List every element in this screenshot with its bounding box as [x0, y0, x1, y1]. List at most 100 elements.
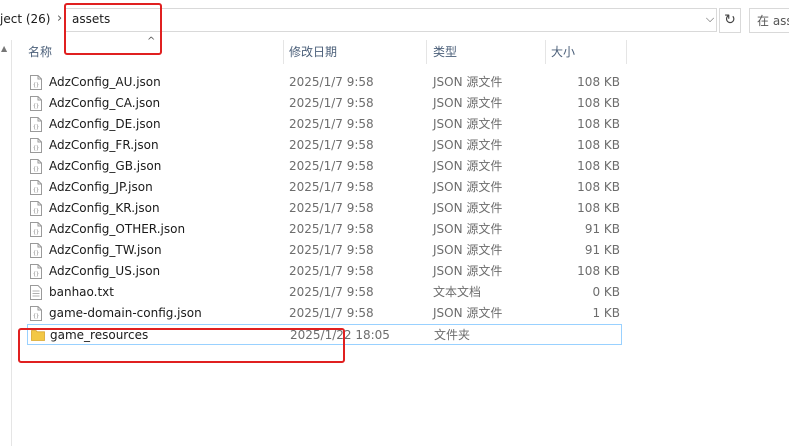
json-file-icon: {} — [30, 243, 43, 258]
file-size: 108 KB — [577, 75, 620, 89]
svg-text:{}: {} — [33, 125, 39, 131]
file-row[interactable]: banhao.txt 2025/1/7 9:58 文本文档 0 KB — [27, 282, 622, 303]
file-modified-date: 2025/1/7 9:58 — [289, 138, 374, 152]
file-type: JSON 源文件 — [433, 201, 503, 215]
file-type: JSON 源文件 — [433, 117, 503, 131]
file-type: JSON 源文件 — [433, 138, 503, 152]
file-type: 文本文档 — [433, 285, 482, 299]
column-divider[interactable] — [426, 40, 427, 64]
json-file-icon: {} — [30, 96, 43, 111]
refresh-button[interactable]: ↻ — [719, 8, 741, 33]
file-name: AdzConfig_US.json — [49, 264, 161, 278]
file-type: JSON 源文件 — [433, 75, 503, 89]
file-type: JSON 源文件 — [433, 264, 503, 278]
file-modified-date: 2025/1/7 9:58 — [289, 222, 374, 236]
file-modified-date: 2025/1/7 9:58 — [289, 96, 374, 110]
json-file-icon: {} — [30, 306, 43, 321]
annotation-highlight-address — [64, 3, 162, 55]
annotation-highlight-folder — [18, 328, 345, 363]
file-row[interactable]: {} AdzConfig_FR.json 2025/1/7 9:58 JSON 源文件… — [27, 135, 622, 156]
svg-text:{}: {} — [33, 251, 39, 257]
file-size: 108 KB — [577, 117, 620, 131]
column-header-type[interactable]: 类型 — [433, 38, 543, 66]
file-name: AdzConfig_CA.json — [49, 96, 161, 110]
file-size: 0 KB — [592, 285, 620, 299]
file-name: banhao.txt — [49, 285, 114, 299]
file-type: JSON 源文件 — [433, 180, 503, 194]
svg-text:{}: {} — [33, 83, 39, 89]
file-modified-date: 2025/1/7 9:58 — [289, 285, 374, 299]
file-type: 文件夹 — [434, 328, 471, 342]
file-size: 91 KB — [584, 222, 620, 236]
file-row[interactable]: {} AdzConfig_AU.json 2025/1/7 9:58 JSON 源文件… — [27, 72, 622, 93]
svg-text:{}: {} — [33, 230, 39, 236]
column-header-date[interactable]: 修改日期 — [289, 38, 424, 66]
json-file-icon: {} — [30, 159, 43, 174]
file-size: 108 KB — [577, 96, 620, 110]
svg-text:{}: {} — [33, 146, 39, 152]
file-modified-date: 2025/1/7 9:58 — [289, 75, 374, 89]
json-file-icon: {} — [30, 117, 43, 132]
file-row[interactable]: {} AdzConfig_DE.json 2025/1/7 9:58 JSON 源文件… — [27, 114, 622, 135]
file-modified-date: 2025/1/7 9:58 — [289, 159, 374, 173]
file-modified-date: 2025/1/7 9:58 — [289, 306, 374, 320]
file-name: AdzConfig_GB.json — [49, 159, 162, 173]
json-file-icon: {} — [30, 222, 43, 237]
file-size — [524, 325, 621, 346]
svg-text:{}: {} — [33, 188, 39, 194]
address-history-dropdown-icon[interactable]: ⌵ — [703, 11, 717, 27]
json-file-icon: {} — [30, 201, 43, 216]
file-type: JSON 源文件 — [433, 306, 503, 320]
file-size: 108 KB — [577, 264, 620, 278]
column-divider[interactable] — [283, 40, 284, 64]
file-row[interactable]: {} AdzConfig_KR.json 2025/1/7 9:58 JSON 源文件… — [27, 198, 622, 219]
file-name: AdzConfig_AU.json — [49, 75, 161, 89]
file-size: 108 KB — [577, 201, 620, 215]
file-size: 108 KB — [577, 180, 620, 194]
svg-text:{}: {} — [33, 272, 39, 278]
scroll-up-icon[interactable]: ▲ — [1, 44, 7, 53]
file-name: game-domain-config.json — [49, 306, 202, 320]
file-modified-date: 2025/1/7 9:58 — [289, 264, 374, 278]
file-modified-date: 2025/1/7 9:58 — [289, 201, 374, 215]
file-size: 1 KB — [592, 306, 620, 320]
file-size: 91 KB — [584, 243, 620, 257]
file-name: AdzConfig_FR.json — [49, 138, 159, 152]
file-size: 108 KB — [577, 138, 620, 152]
json-file-icon: {} — [30, 75, 43, 90]
column-header-size[interactable]: 大小 — [551, 38, 621, 66]
file-name: AdzConfig_DE.json — [49, 117, 161, 131]
file-row[interactable]: {} game-domain-config.json 2025/1/7 9:58 JS… — [27, 303, 622, 324]
column-divider[interactable] — [545, 40, 546, 64]
search-placeholder: 在 ass — [757, 14, 789, 28]
file-type: JSON 源文件 — [433, 243, 503, 257]
navigation-pane[interactable] — [0, 40, 12, 446]
breadcrumb-parent[interactable]: ject (26) — [0, 12, 50, 26]
svg-text:{}: {} — [33, 209, 39, 215]
file-name: AdzConfig_TW.json — [49, 243, 162, 257]
svg-text:{}: {} — [33, 167, 39, 173]
file-name: AdzConfig_OTHER.json — [49, 222, 186, 236]
file-row[interactable]: {} AdzConfig_TW.json 2025/1/7 9:58 JSON 源文件… — [27, 240, 622, 261]
file-type: JSON 源文件 — [433, 96, 503, 110]
file-modified-date: 2025/1/7 9:58 — [289, 117, 374, 131]
breadcrumb-separator-icon[interactable]: › — [57, 11, 62, 26]
svg-text:{}: {} — [33, 314, 39, 320]
text-file-icon — [30, 285, 43, 300]
file-row[interactable]: {} AdzConfig_GB.json 2025/1/7 9:58 JSON 源文件… — [27, 156, 622, 177]
svg-text:{}: {} — [33, 104, 39, 110]
file-row[interactable]: {} AdzConfig_JP.json 2025/1/7 9:58 JSON 源文件… — [27, 177, 622, 198]
file-row[interactable]: {} AdzConfig_US.json 2025/1/7 9:58 JSON 源文件… — [27, 261, 622, 282]
file-name: AdzConfig_KR.json — [49, 201, 160, 215]
json-file-icon: {} — [30, 180, 43, 195]
file-type: JSON 源文件 — [433, 222, 503, 236]
file-row[interactable]: {} AdzConfig_OTHER.json 2025/1/7 9:58 JSON … — [27, 219, 622, 240]
file-row[interactable]: {} AdzConfig_CA.json 2025/1/7 9:58 JSON 源文件… — [27, 93, 622, 114]
json-file-icon: {} — [30, 138, 43, 153]
file-name: AdzConfig_JP.json — [49, 180, 153, 194]
column-divider[interactable] — [626, 40, 627, 64]
file-type: JSON 源文件 — [433, 159, 503, 173]
file-size: 108 KB — [577, 159, 620, 173]
json-file-icon: {} — [30, 264, 43, 279]
file-modified-date: 2025/1/7 9:58 — [289, 180, 374, 194]
